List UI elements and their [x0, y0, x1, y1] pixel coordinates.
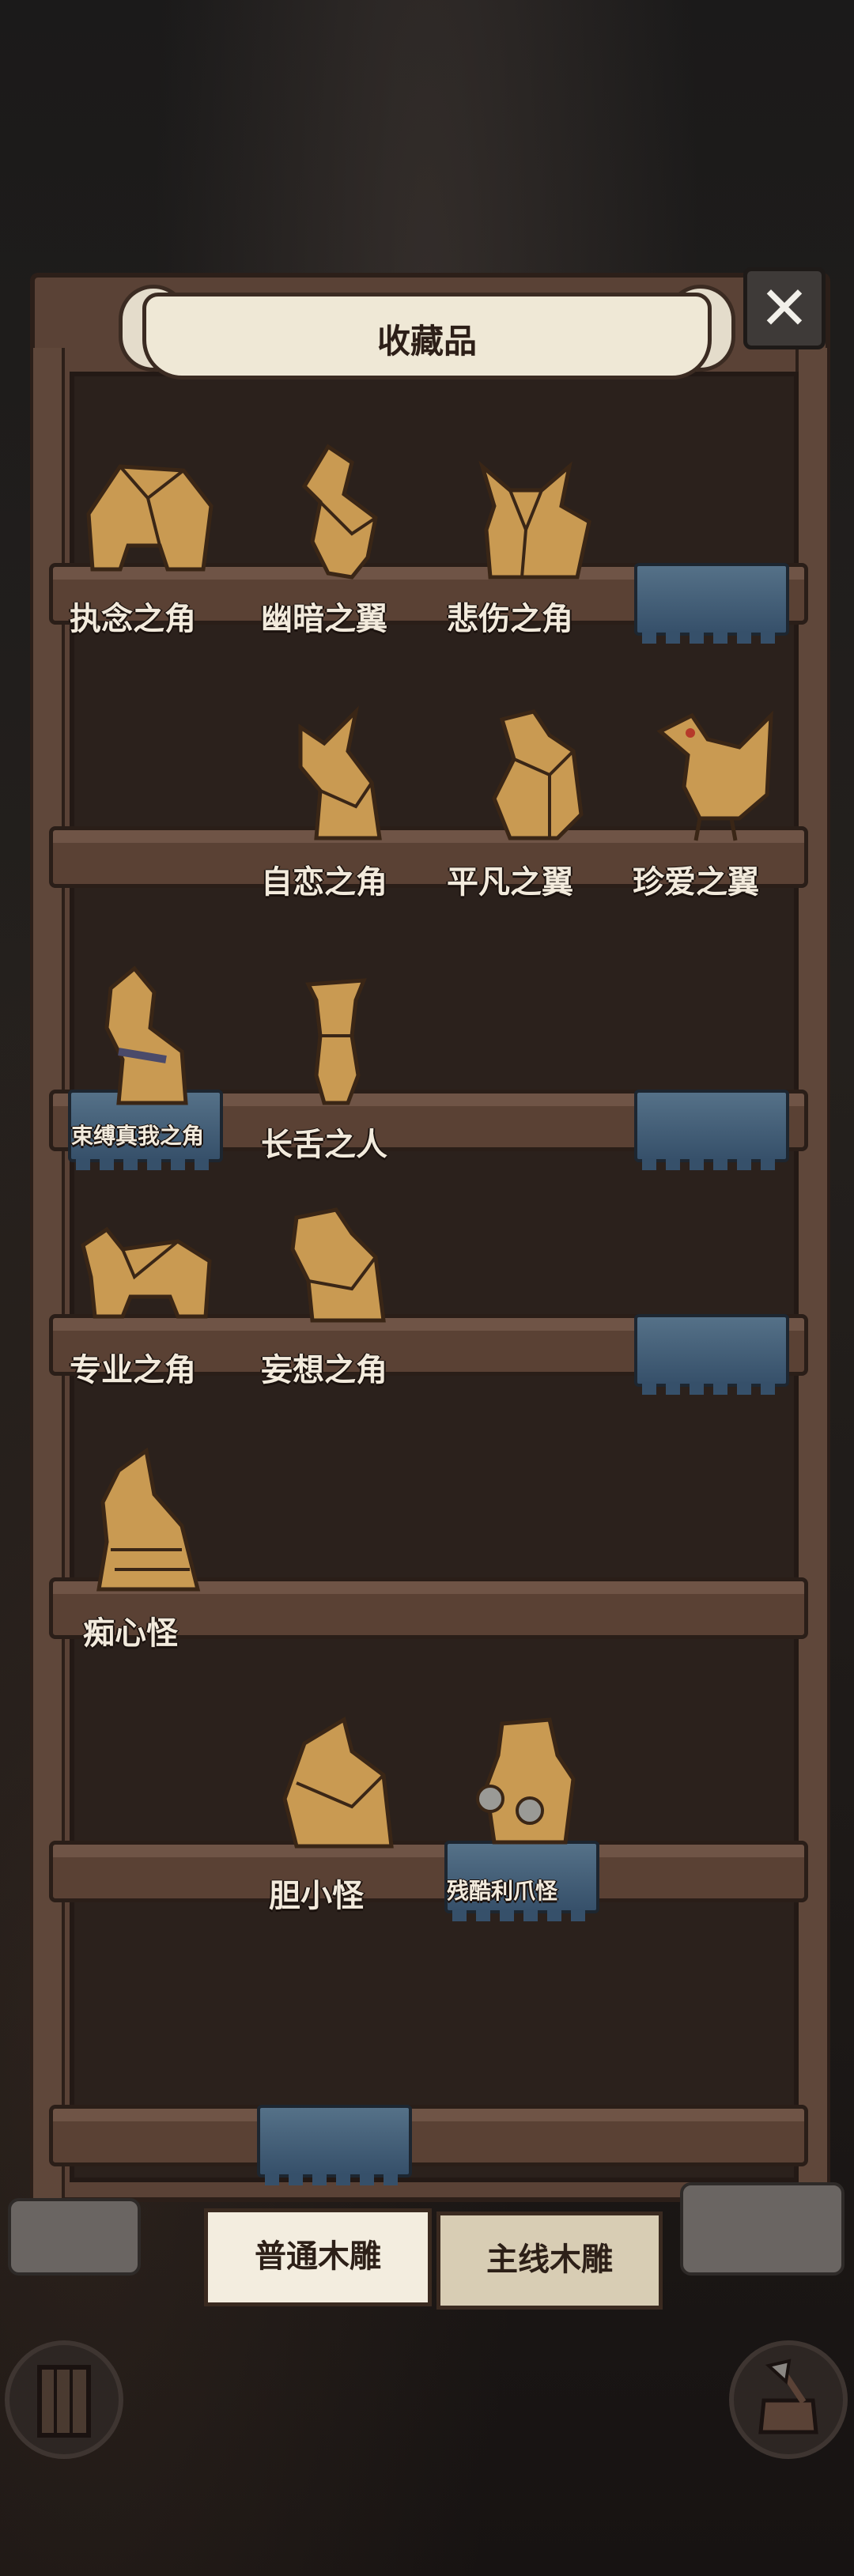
rock-pile-right — [680, 2182, 845, 2276]
shelf-7 — [49, 2105, 808, 2166]
carving-narcissism-horn[interactable] — [285, 704, 395, 842]
shelf-1-label-1: 执念之角 — [70, 600, 196, 637]
carving-obsession-horn[interactable] — [73, 451, 223, 581]
shelf-3-label-2: 长舌之人 — [261, 1126, 387, 1163]
cabinet-left-post — [30, 348, 65, 2198]
page-title: 收藏品 — [376, 322, 477, 361]
carving-delusion-horn[interactable] — [281, 1202, 391, 1328]
shelf-2-label-1: 自恋之角 — [261, 863, 387, 901]
empty-slot-cloth[interactable] — [257, 2105, 412, 2185]
carving-sorrow-horn[interactable] — [467, 459, 593, 581]
door-button[interactable] — [5, 2340, 123, 2459]
shelf-2-label-3: 珍爱之翼 — [633, 863, 759, 901]
carving-long-tongue-person[interactable] — [297, 965, 376, 1107]
shelf-6 — [49, 1841, 808, 1902]
carving-cruel-claw-monster[interactable] — [470, 1708, 581, 1850]
shelf-3-label-1: 束缚真我之角 — [71, 1123, 205, 1149]
close-x-icon: ✕ — [759, 273, 810, 343]
shelf-6-label-1: 胆小怪 — [269, 1877, 364, 1914]
shelf-4-label-2: 妄想之角 — [261, 1351, 387, 1388]
empty-slot-cloth[interactable] — [634, 1314, 789, 1395]
shelf-1-label-3: 悲伤之角 — [447, 600, 573, 637]
shelf-2-label-2: 平凡之翼 — [447, 863, 573, 901]
shelf-1-label-2: 幽暗之翼 — [261, 600, 387, 637]
carving-professional-horn[interactable] — [75, 1222, 217, 1324]
door-icon — [37, 2365, 91, 2438]
carving-bound-self-horn[interactable] — [95, 965, 198, 1107]
shelf-5-label-1: 痴心怪 — [83, 1615, 178, 1652]
close-button[interactable]: ✕ — [743, 267, 826, 349]
cabinet-right-post — [795, 348, 830, 2198]
empty-slot-cloth[interactable] — [634, 1090, 789, 1170]
rock-pile-left — [8, 2198, 141, 2276]
carving-ordinary-wing[interactable] — [478, 704, 589, 842]
shelf-6-label-2: 残酷利爪怪 — [447, 1878, 558, 1904]
shelf-4-label-1: 专业之角 — [70, 1351, 196, 1388]
axe-stump-button[interactable] — [729, 2340, 848, 2459]
carving-infatuated-monster[interactable] — [87, 1447, 206, 1593]
carving-coward-monster[interactable] — [273, 1712, 399, 1854]
carving-dark-wing[interactable] — [289, 439, 391, 581]
axe-stump-icon — [758, 2359, 818, 2434]
tab-main-carving[interactable]: 主线木雕 — [436, 2212, 663, 2310]
tab-normal-carving[interactable]: 普通木雕 — [204, 2208, 432, 2306]
carving-cherished-wing[interactable] — [652, 700, 779, 842]
empty-slot-cloth[interactable] — [634, 563, 789, 644]
